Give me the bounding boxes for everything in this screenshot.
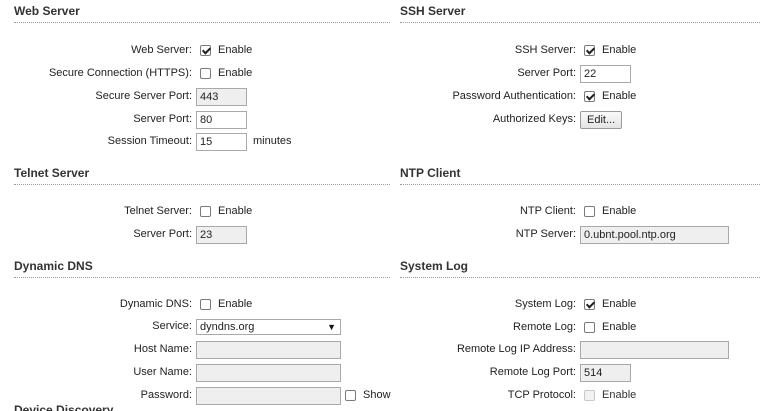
system-log-enable-label: Enable — [602, 298, 637, 310]
telnet-port-input[interactable]: 23 — [196, 225, 247, 244]
telnet-port-label: Server Port: — [133, 228, 192, 240]
tcp-protocol-enable-label: Enable — [602, 389, 637, 401]
ntp-enable-checkbox[interactable] — [584, 206, 595, 217]
ssh-port-label: Server Port: — [517, 67, 576, 79]
device-discovery-title: Device Discovery — [14, 403, 114, 411]
https-enable-checkbox[interactable] — [200, 68, 211, 79]
session-timeout-input[interactable]: 15 — [196, 132, 247, 151]
session-timeout-unit: minutes — [253, 135, 292, 147]
web-server-label: Web Server: — [131, 44, 192, 56]
web-server-enable-label: Enable — [218, 44, 253, 56]
dynamic-dns-label: Dynamic DNS: — [119, 298, 192, 310]
edit-keys-button[interactable]: Edit... — [580, 110, 623, 129]
authorized-keys-label: Authorized Keys: — [492, 113, 576, 125]
remote-log-enable-label: Enable — [602, 321, 637, 333]
telnet-enable-checkbox[interactable] — [200, 206, 211, 217]
https-label: Secure Connection (HTTPS): — [48, 67, 192, 79]
ntp-client-section: NTP Client NTP Client: Enable NTP Server… — [400, 166, 760, 246]
password-input[interactable] — [196, 386, 341, 405]
ssh-server-title: SSH Server — [400, 4, 760, 23]
dynamic-dns-title: Dynamic DNS — [14, 259, 390, 278]
system-log-label: System Log: — [514, 298, 576, 310]
ddns-enable-checkbox[interactable] — [200, 299, 211, 310]
remote-log-port-input[interactable]: 514 — [580, 363, 631, 382]
telnet-server-label: Telnet Server: — [124, 205, 192, 217]
ssh-server-section: SSH Server SSH Server: Enable Server Por… — [400, 4, 760, 154]
host-name-input[interactable] — [196, 340, 341, 359]
ntp-client-title: NTP Client — [400, 166, 760, 185]
system-log-title: System Log — [400, 259, 760, 278]
device-discovery-section: Device Discovery — [14, 403, 390, 411]
ntp-client-label: NTP Client: — [519, 205, 576, 217]
ssh-port-input[interactable]: 22 — [580, 64, 631, 83]
service-select-value: dyndns.org — [200, 320, 255, 333]
chevron-down-icon: ▼ — [327, 321, 336, 332]
user-name-input[interactable] — [196, 363, 341, 382]
remote-log-label: Remote Log: — [513, 321, 576, 333]
system-log-checkbox[interactable] — [584, 299, 595, 310]
server-port-input[interactable]: 80 — [196, 110, 247, 129]
tcp-protocol-label: TCP Protocol: — [507, 389, 576, 401]
show-password-checkbox[interactable] — [345, 390, 356, 401]
remote-log-port-label: Remote Log Port: — [489, 366, 576, 378]
service-select[interactable]: dyndns.org ▼ — [196, 318, 341, 335]
tcp-protocol-checkbox[interactable] — [584, 390, 595, 401]
remote-log-ip-label: Remote Log IP Address: — [456, 343, 576, 355]
ssh-enable-label: Enable — [602, 44, 637, 56]
ssh-server-label: SSH Server: — [514, 44, 576, 56]
ntp-server-input[interactable]: 0.ubnt.pool.ntp.org — [580, 225, 729, 244]
ddns-enable-label: Enable — [218, 298, 253, 310]
secure-server-port-label: Secure Server Port: — [95, 90, 192, 102]
web-server-title: Web Server — [14, 4, 390, 23]
session-timeout-label: Session Timeout: — [107, 135, 192, 147]
telnet-server-section: Telnet Server Telnet Server: Enable Serv… — [14, 166, 390, 246]
web-server-section: Web Server Web Server: Enable Secure Con… — [14, 4, 390, 154]
dynamic-dns-section: Dynamic DNS Dynamic DNS: Enable Service:… — [14, 259, 391, 409]
system-log-section: System Log System Log: Enable Remote Log… — [400, 259, 760, 409]
user-name-label: User Name: — [133, 366, 192, 378]
server-port-label: Server Port: — [133, 113, 192, 125]
ntp-enable-label: Enable — [602, 205, 637, 217]
ssh-enable-checkbox[interactable] — [584, 45, 595, 56]
host-name-label: Host Name: — [133, 343, 192, 355]
https-enable-label: Enable — [218, 67, 253, 79]
password-auth-checkbox[interactable] — [584, 91, 595, 102]
service-label: Service: — [152, 320, 192, 332]
ntp-server-label: NTP Server: — [515, 228, 576, 240]
web-server-enable-checkbox[interactable] — [200, 45, 211, 56]
telnet-enable-label: Enable — [218, 205, 253, 217]
secure-server-port-input[interactable]: 443 — [196, 87, 247, 106]
remote-log-checkbox[interactable] — [584, 322, 595, 333]
password-auth-label: Password Authentication: — [452, 90, 576, 102]
telnet-server-title: Telnet Server — [14, 166, 390, 185]
password-auth-enable-label: Enable — [602, 90, 637, 102]
remote-log-ip-input[interactable] — [580, 340, 729, 359]
